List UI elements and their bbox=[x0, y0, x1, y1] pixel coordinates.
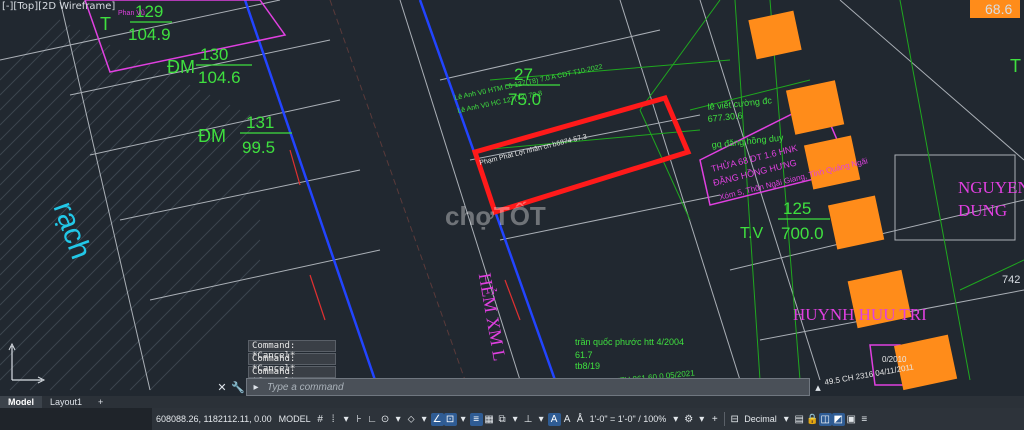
cursor-coordinates: 608088.26, 1182112.11, 0.00 bbox=[156, 414, 272, 424]
chevron-down-icon[interactable]: ▾ bbox=[509, 413, 522, 426]
edge-label: T bbox=[1010, 56, 1021, 76]
clean-screen-icon[interactable]: ▣ bbox=[845, 413, 858, 426]
alley-label: HẺM XM L bbox=[475, 271, 510, 362]
ortho-icon[interactable]: ∟ bbox=[366, 413, 379, 426]
chevron-down-icon[interactable]: ▾ bbox=[392, 413, 405, 426]
quick-properties-icon[interactable]: ▤ bbox=[793, 413, 806, 426]
note: Phan Vũ bbox=[118, 10, 145, 17]
ucs-icon bbox=[8, 342, 46, 384]
drawing-canvas[interactable]: T 129 104.9 ĐM 130 104.6 ĐM 131 99.5 27 … bbox=[0, 0, 1024, 430]
command-line: ✕ 🔧 ▸ ▴ bbox=[214, 378, 826, 396]
parcel-area: 104.6 bbox=[198, 68, 241, 87]
command-input[interactable] bbox=[265, 380, 809, 394]
annotation-scale-value[interactable]: 1'-0" = 1'-0" / 100% bbox=[587, 414, 670, 424]
dynamic-ucs-icon[interactable]: ⊥ bbox=[522, 413, 535, 426]
command-history-line: Command: *Cancel* bbox=[248, 353, 336, 374]
note: gq đăng hồng duy bbox=[711, 132, 784, 150]
object-snap-icon[interactable]: ⊡ bbox=[443, 412, 457, 426]
note: 677.30.6 bbox=[707, 110, 743, 124]
owner-label: DUNG bbox=[958, 201, 1007, 220]
annotation-visibility-icon[interactable]: A bbox=[547, 412, 561, 426]
watermark: chợTỐT bbox=[445, 201, 546, 231]
note: lê viết cường đc bbox=[707, 95, 773, 112]
snap-icon[interactable]: ⁞ bbox=[327, 413, 340, 426]
isodraft-icon[interactable]: ⬦ bbox=[405, 413, 418, 426]
autocad-window: T 129 104.9 ĐM 130 104.6 ĐM 131 99.5 27 … bbox=[0, 0, 1024, 430]
close-icon[interactable]: ✕ bbox=[214, 379, 230, 395]
units-selector[interactable]: Decimal bbox=[741, 414, 780, 424]
note: 0/2010 bbox=[882, 355, 907, 364]
chevron-down-icon[interactable]: ▾ bbox=[535, 413, 548, 426]
status-bar-spacer bbox=[0, 408, 152, 430]
command-input-box: ▸ bbox=[246, 378, 810, 396]
lock-ui-icon[interactable]: 🔒 bbox=[806, 413, 819, 426]
owner-label: HUYNH HUU TRI bbox=[793, 305, 927, 324]
note: 61.7 bbox=[575, 350, 593, 360]
large-labels: rạch HẺM XM L NGUYEN DUNG HUYNH HUU TRI … bbox=[47, 178, 1024, 362]
note: tb8/19 bbox=[575, 361, 600, 371]
command-chevron-up-icon[interactable]: ▴ bbox=[810, 379, 826, 395]
infer-icon[interactable]: ⊦ bbox=[353, 413, 366, 426]
grid-icon[interactable]: # bbox=[314, 413, 327, 426]
parcel-prefix: T.V bbox=[740, 225, 763, 242]
divider bbox=[724, 412, 726, 426]
command-history-line: Command: *Cancel* bbox=[248, 340, 336, 361]
parcel-prefix: ĐM bbox=[198, 126, 226, 146]
chevron-down-icon[interactable]: ▾ bbox=[695, 413, 708, 426]
chevron-down-icon[interactable]: ▾ bbox=[340, 413, 353, 426]
object-snap-tracking-icon[interactable]: ∠ bbox=[430, 412, 444, 426]
tab-model[interactable]: Model bbox=[0, 396, 42, 408]
lineweight-icon[interactable]: ≡ bbox=[469, 412, 483, 426]
parcel-boundaries bbox=[0, 0, 1024, 391]
road-centerline bbox=[329, 0, 466, 381]
polar-icon[interactable]: ⊙ bbox=[379, 413, 392, 426]
edge-number: 68.6 bbox=[985, 1, 1012, 17]
edge-number: 742 bbox=[1002, 274, 1020, 286]
annotation-scale-icon[interactable]: Å bbox=[574, 413, 587, 426]
autoscale-icon[interactable]: A bbox=[561, 413, 574, 426]
customize-wrench-icon[interactable]: 🔧 bbox=[230, 379, 246, 395]
parcel-area: 99.5 bbox=[242, 138, 275, 157]
command-history: Command: *Cancel* Command: *Cancel* Comm… bbox=[248, 340, 336, 387]
transparency-icon[interactable]: ▦ bbox=[483, 413, 496, 426]
canal-label: rạch bbox=[47, 197, 98, 263]
command-history-line: Command: *Cancel* bbox=[248, 366, 336, 387]
workspace-gear-icon[interactable]: ⚙ bbox=[682, 413, 695, 426]
parcel-number: 131 bbox=[246, 113, 274, 132]
isolate-objects-icon[interactable]: ◫ bbox=[818, 412, 832, 426]
note: Phạm Phát Lợi nhân cn b6874 57.3 bbox=[479, 133, 588, 167]
hardware-acceleration-icon[interactable]: ◩ bbox=[831, 412, 845, 426]
parcel-area: 700.0 bbox=[781, 224, 824, 243]
model-space-toggle[interactable]: MODEL bbox=[276, 414, 314, 424]
add-layout-button[interactable]: + bbox=[90, 396, 111, 408]
owner-label: NGUYEN bbox=[958, 178, 1024, 197]
status-bar: 608088.26, 1182112.11, 0.00 MODEL # ⁞ ▾ … bbox=[0, 408, 1024, 430]
parcel-number: 125 bbox=[783, 199, 811, 218]
recent-commands-icon[interactable]: ▸ bbox=[247, 380, 265, 394]
road-lines bbox=[243, 0, 557, 381]
units-icon: ⊟ bbox=[730, 413, 739, 425]
note: trần quốc phước htt 4/2004 bbox=[575, 337, 684, 347]
parcel-prefix: T bbox=[100, 14, 111, 34]
chevron-down-icon[interactable]: ▾ bbox=[457, 413, 470, 426]
chevron-down-icon[interactable]: ▾ bbox=[418, 413, 431, 426]
plus-icon[interactable]: + bbox=[708, 413, 721, 426]
chevron-down-icon[interactable]: ▾ bbox=[669, 413, 682, 426]
selection-cycling-icon[interactable]: ⧉ bbox=[496, 413, 509, 426]
parcel-prefix: ĐM bbox=[167, 57, 195, 77]
chevron-down-icon[interactable]: ▾ bbox=[780, 413, 793, 426]
parcel-area: 104.9 bbox=[128, 25, 171, 44]
viewport-controls[interactable]: [-][Top][2D Wireframe] bbox=[2, 1, 115, 12]
layout-tabs: Model Layout1 + bbox=[0, 396, 1024, 408]
customization-icon[interactable]: ≡ bbox=[858, 413, 871, 426]
tab-layout1[interactable]: Layout1 bbox=[42, 396, 90, 408]
parcel-number: 130 bbox=[200, 45, 228, 64]
